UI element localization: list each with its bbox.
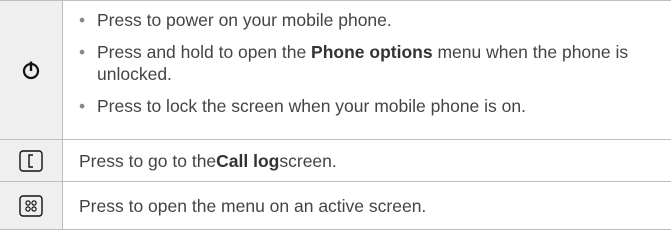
icon-cell <box>0 140 63 181</box>
list-item: Press and hold to open the Phone options… <box>79 41 661 85</box>
table-row-power: Press to power on your mobile phone. Pre… <box>0 0 671 139</box>
call-log-key-icon <box>19 149 43 172</box>
bold-term: Call log <box>216 150 280 171</box>
description-text: Press to go to the Call log screen. <box>79 150 337 171</box>
bold-term: Phone options <box>311 42 433 62</box>
table-row-menu: Press to open the menu on an active scre… <box>0 181 671 230</box>
power-icon <box>22 60 40 80</box>
icon-cell <box>0 1 63 139</box>
table-row-call-log: Press to go to the Call log screen. <box>0 139 671 181</box>
list-item: Press to power on your mobile phone. <box>79 9 661 31</box>
description-cell: Press to go to the Call log screen. <box>63 140 671 181</box>
menu-key-icon <box>19 194 43 217</box>
key-function-table: Press to power on your mobile phone. Pre… <box>0 0 671 230</box>
bullet-list: Press to power on your mobile phone. Pre… <box>79 9 661 117</box>
description-cell: Press to open the menu on an active scre… <box>63 182 671 229</box>
description-text: Press to open the menu on an active scre… <box>79 195 427 216</box>
icon-cell <box>0 182 63 229</box>
list-item: Press to lock the screen when your mobil… <box>79 95 661 117</box>
description-cell: Press to power on your mobile phone. Pre… <box>63 1 671 139</box>
